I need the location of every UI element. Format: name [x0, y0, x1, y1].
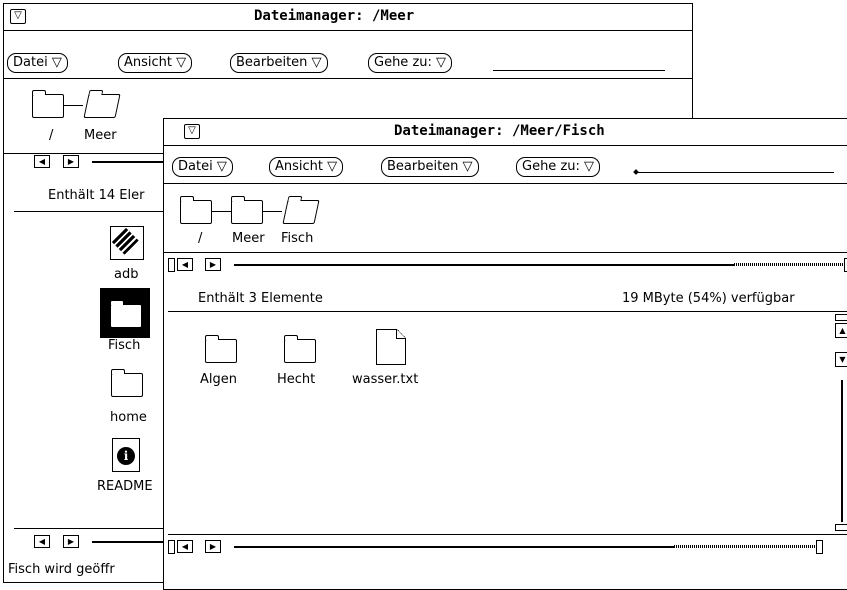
open-folder-icon[interactable]	[282, 200, 320, 224]
scroll-track-remainder[interactable]	[674, 545, 816, 548]
bearbeiten-menu-button[interactable]: Bearbeiten ▽	[381, 157, 479, 177]
scroll-left-icon[interactable]: ◀	[177, 540, 193, 553]
file-label-home[interactable]: home	[110, 410, 147, 425]
scroll-start-cap[interactable]	[168, 540, 175, 554]
file-label-fisch[interactable]: Fisch	[108, 338, 140, 353]
goto-input[interactable]	[633, 169, 834, 175]
scroll-right-icon[interactable]: ▶	[205, 258, 221, 271]
scroll-right-icon[interactable]: ▶	[205, 540, 221, 553]
vertical-scroll-track[interactable]	[841, 380, 843, 522]
back-menubar: Datei ▽ Ansicht ▽ Bearbeiten ▽ Gehe zu: …	[4, 50, 692, 76]
folder-icon[interactable]	[111, 369, 143, 397]
back-status-text: Enthält 14 Eler	[48, 188, 145, 203]
scroll-down-icon[interactable]: ▼	[835, 352, 847, 367]
window-menu-icon[interactable]: ▽	[184, 124, 200, 139]
front-status-left: Enthält 3 Elemente	[198, 291, 323, 306]
goto-input[interactable]	[493, 70, 665, 71]
scroll-top-cap[interactable]	[835, 314, 847, 321]
scroll-left-icon[interactable]: ◀	[34, 535, 50, 548]
front-vertical-scrollbar[interactable]: ▲ ▼	[835, 312, 847, 534]
file-label-readme[interactable]: README	[97, 479, 153, 494]
file-label-algen[interactable]: Algen	[200, 372, 237, 387]
folder-icon[interactable]	[32, 90, 64, 118]
datei-menu-button[interactable]: Datei ▽	[7, 53, 68, 73]
datei-menu-button[interactable]: Datei ▽	[172, 157, 233, 177]
scroll-track-remainder[interactable]	[734, 263, 844, 266]
gehe-zu-menu-button[interactable]: Gehe zu: ▽	[516, 157, 601, 177]
folder-icon[interactable]	[110, 300, 142, 328]
window-menu-icon[interactable]: ▽	[10, 9, 26, 24]
ansicht-menu-button[interactable]: Ansicht ▽	[118, 53, 193, 73]
folder-icon[interactable]	[284, 335, 316, 363]
scroll-right-icon[interactable]: ▶	[63, 155, 79, 168]
path-connector	[262, 211, 282, 212]
folder-icon[interactable]	[205, 335, 237, 363]
scroll-right-icon[interactable]: ▶	[63, 535, 79, 548]
ansicht-menu-button[interactable]: Ansicht ▽	[269, 157, 344, 177]
back-window-titlebar[interactable]: ▽ Dateimanager: /Meer	[4, 4, 692, 31]
selected-highlight[interactable]	[100, 288, 150, 338]
scroll-bottom-cap[interactable]	[835, 524, 847, 531]
path-segment-root[interactable]: /	[49, 128, 53, 143]
file-label-adb[interactable]: adb	[114, 267, 138, 282]
info-document-icon[interactable]: i	[112, 438, 140, 472]
file-label-wasser[interactable]: wasser.txt	[352, 372, 418, 387]
front-menubar: Datei ▽ Ansicht ▽ Bearbeiten ▽ Gehe zu: …	[164, 154, 847, 180]
path-segment-meer[interactable]: Meer	[84, 128, 117, 143]
back-footer-text: Fisch wird geöffr	[8, 562, 115, 577]
front-file-scrollbar[interactable]: ◀ ▶	[168, 540, 847, 554]
path-connector	[63, 105, 83, 106]
scroll-up-icon[interactable]: ▲	[835, 323, 847, 338]
scroll-end-cap[interactable]	[816, 540, 823, 554]
front-file-pane: Algen Hecht wasser.txt ▲ ▼	[168, 311, 847, 535]
back-window-title: Dateimanager: /Meer	[254, 8, 415, 24]
scroll-track[interactable]	[234, 264, 734, 266]
front-window-title: Dateimanager: /Meer/Fisch	[394, 123, 605, 139]
front-path-pane: / Meer Fisch	[164, 183, 847, 253]
bearbeiten-menu-button[interactable]: Bearbeiten ▽	[230, 53, 328, 73]
folder-icon[interactable]	[231, 196, 263, 224]
front-window: ▽ Dateimanager: /Meer/Fisch Datei ▽ Ansi…	[163, 118, 847, 590]
scroll-track[interactable]	[234, 546, 674, 548]
application-icon[interactable]	[110, 226, 144, 260]
path-connector	[211, 211, 231, 212]
front-window-titlebar[interactable]: ▽ Dateimanager: /Meer/Fisch	[164, 119, 847, 146]
open-folder-icon[interactable]	[83, 94, 121, 118]
gehe-zu-menu-button[interactable]: Gehe zu: ▽	[368, 53, 453, 73]
front-status-right: 19 MByte (54%) verfügbar	[622, 291, 795, 306]
scroll-left-icon[interactable]: ◀	[34, 155, 50, 168]
scroll-left-icon[interactable]: ◀	[177, 258, 193, 271]
front-path-scrollbar[interactable]: ◀ ▶	[168, 258, 847, 272]
path-segment-root[interactable]: /	[198, 231, 202, 246]
folder-icon[interactable]	[180, 196, 212, 224]
scroll-start-cap[interactable]	[168, 258, 175, 272]
document-icon[interactable]	[376, 329, 406, 365]
text-caret-icon	[633, 169, 639, 175]
file-label-hecht[interactable]: Hecht	[277, 372, 315, 387]
path-segment-fisch[interactable]: Fisch	[281, 231, 313, 246]
path-segment-meer[interactable]: Meer	[232, 231, 265, 246]
